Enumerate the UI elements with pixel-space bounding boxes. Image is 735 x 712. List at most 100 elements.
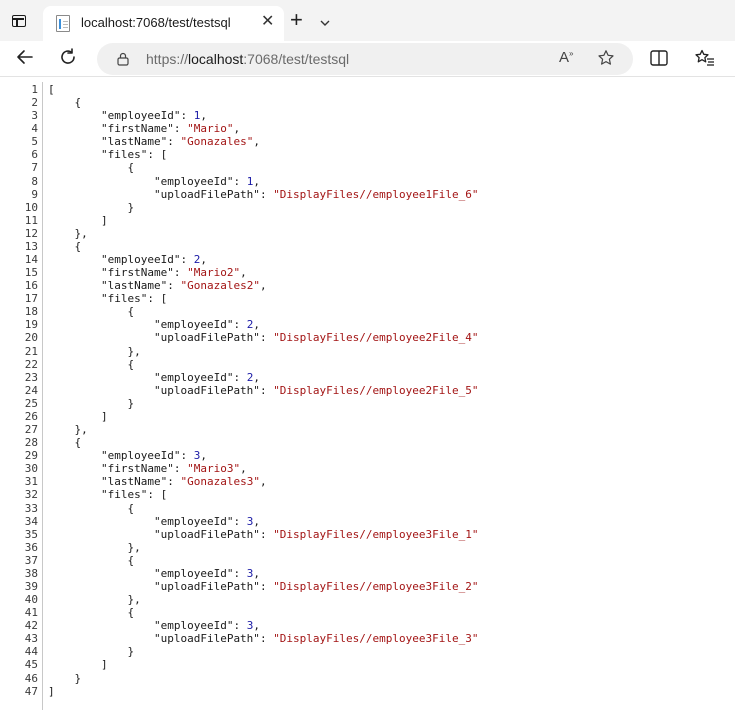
- line-text[interactable]: "uploadFilePath": "DisplayFiles//employe…: [38, 632, 479, 645]
- line-number: 37: [24, 553, 38, 567]
- line-text[interactable]: ]: [38, 410, 108, 423]
- line-text[interactable]: "uploadFilePath": "DisplayFiles//employe…: [38, 384, 479, 397]
- code-line: 12 },: [0, 227, 479, 240]
- line-text[interactable]: "employeeId": 3,: [38, 449, 207, 462]
- line-number: 35: [24, 527, 38, 541]
- line-text[interactable]: "uploadFilePath": "DisplayFiles//employe…: [38, 331, 479, 344]
- line-text[interactable]: }: [38, 201, 134, 214]
- reload-icon[interactable]: [58, 47, 78, 72]
- line-text[interactable]: "uploadFilePath": "DisplayFiles//employe…: [38, 188, 479, 201]
- json-punctuation: {: [48, 96, 82, 110]
- line-text[interactable]: "employeeId": 2,: [38, 371, 260, 384]
- line-text[interactable]: "lastName": "Gonazales3",: [38, 475, 267, 488]
- line-text[interactable]: },: [38, 423, 87, 436]
- line-text[interactable]: "uploadFilePath": "DisplayFiles//employe…: [38, 528, 479, 541]
- tab-active[interactable]: localhost:7068/test/testsql ✕: [43, 6, 284, 41]
- json-punctuation: {: [48, 305, 135, 319]
- json-punctuation: ]: [48, 684, 55, 698]
- json-punctuation: }: [48, 671, 82, 685]
- line-text[interactable]: {: [38, 554, 134, 567]
- line-text[interactable]: "employeeId": 2,: [38, 318, 260, 331]
- close-tab-icon[interactable]: ✕: [261, 12, 274, 32]
- line-text[interactable]: },: [38, 227, 87, 240]
- json-punctuation: : [: [147, 292, 168, 306]
- favorites-icon[interactable]: [695, 49, 715, 72]
- line-text[interactable]: {: [38, 240, 81, 253]
- line-text[interactable]: ]: [38, 685, 55, 698]
- new-tab-icon[interactable]: +: [290, 9, 303, 31]
- line-text[interactable]: {: [38, 305, 134, 318]
- json-key: "lastName": [100, 475, 168, 489]
- json-punctuation: ,: [200, 109, 207, 123]
- json-key: "employeeId": [153, 566, 234, 580]
- line-text[interactable]: "employeeId": 3,: [38, 567, 260, 580]
- line-text[interactable]: {: [38, 161, 134, 174]
- json-punctuation: }: [48, 200, 135, 214]
- json-punctuation: :: [233, 566, 247, 580]
- json-punctuation: :: [259, 187, 274, 201]
- back-icon[interactable]: [15, 47, 35, 72]
- code-line: 45 ]: [0, 658, 479, 671]
- line-text[interactable]: "employeeId": 1,: [38, 109, 207, 122]
- split-screen-icon[interactable]: [650, 50, 668, 71]
- line-text[interactable]: {: [38, 606, 134, 619]
- tab-strip: localhost:7068/test/testsql ✕ +: [0, 0, 735, 41]
- json-punctuation: {: [48, 161, 135, 175]
- line-text[interactable]: "lastName": "Gonazales",: [38, 135, 260, 148]
- line-text[interactable]: "files": [: [38, 148, 167, 161]
- json-punctuation: ,: [253, 619, 260, 633]
- read-aloud-icon[interactable]: A»: [559, 49, 573, 66]
- code-line: 25 }: [0, 397, 479, 410]
- line-text[interactable]: "firstName": "Mario2",: [38, 266, 247, 279]
- line-text[interactable]: ]: [38, 658, 108, 671]
- json-punctuation: [48, 580, 154, 593]
- line-text[interactable]: ]: [38, 214, 108, 227]
- line-text[interactable]: "employeeId": 3,: [38, 619, 260, 632]
- lock-icon[interactable]: [117, 52, 129, 71]
- line-text[interactable]: }: [38, 645, 134, 658]
- json-punctuation: [48, 318, 154, 331]
- line-text[interactable]: [: [38, 83, 55, 96]
- line-text[interactable]: }: [38, 672, 81, 685]
- line-text[interactable]: "firstName": "Mario3",: [38, 462, 247, 475]
- line-number: 28: [24, 436, 38, 450]
- json-string: "Gonazales3": [180, 475, 260, 489]
- line-number: 36: [24, 540, 38, 554]
- line-text[interactable]: "employeeId": 3,: [38, 515, 260, 528]
- add-favorite-star-icon[interactable]: [597, 49, 615, 72]
- line-text[interactable]: "firstName": "Mario",: [38, 122, 240, 135]
- json-punctuation: },: [48, 344, 141, 358]
- chevron-down-icon[interactable]: [320, 14, 330, 32]
- json-string: "DisplayFiles//employee1File_6": [273, 187, 479, 201]
- code-line: 41 {: [0, 606, 479, 619]
- line-number: 6: [31, 148, 38, 162]
- json-punctuation: [48, 135, 101, 148]
- line-text[interactable]: "uploadFilePath": "DisplayFiles//employe…: [38, 580, 479, 593]
- line-text[interactable]: "files": [: [38, 488, 167, 501]
- json-code[interactable]: 1[2 {3 "employeeId": 1, 4 "firstName": "M…: [0, 83, 479, 698]
- code-line: 1[: [0, 83, 479, 96]
- line-text[interactable]: {: [38, 358, 134, 371]
- line-text[interactable]: },: [38, 541, 140, 554]
- line-text[interactable]: {: [38, 436, 81, 449]
- line-text[interactable]: "files": [: [38, 292, 167, 305]
- json-viewer[interactable]: 1[2 {3 "employeeId": 1, 4 "firstName": "M…: [0, 78, 735, 712]
- line-text[interactable]: "lastName": "Gonazales2",: [38, 279, 267, 292]
- url-text[interactable]: https://localhost:7068/test/testsql: [146, 51, 349, 67]
- address-bar[interactable]: https://localhost:7068/test/testsql A»: [97, 43, 633, 75]
- json-punctuation: :: [233, 619, 247, 633]
- line-text[interactable]: "employeeId": 1,: [38, 175, 260, 188]
- tab-actions-icon[interactable]: [12, 15, 26, 27]
- line-text[interactable]: "employeeId": 2,: [38, 253, 207, 266]
- line-text[interactable]: },: [38, 593, 140, 606]
- json-key: "uploadFilePath": [153, 187, 260, 201]
- json-punctuation: :: [173, 122, 188, 136]
- code-line: 34 "employeeId": 3,: [0, 515, 479, 528]
- json-punctuation: :: [173, 266, 188, 280]
- json-punctuation: :: [180, 253, 194, 267]
- line-text[interactable]: }: [38, 397, 134, 410]
- line-text[interactable]: {: [38, 96, 81, 109]
- line-text[interactable]: },: [38, 344, 141, 358]
- line-text[interactable]: {: [38, 502, 134, 515]
- json-key: "employeeId": [153, 318, 234, 332]
